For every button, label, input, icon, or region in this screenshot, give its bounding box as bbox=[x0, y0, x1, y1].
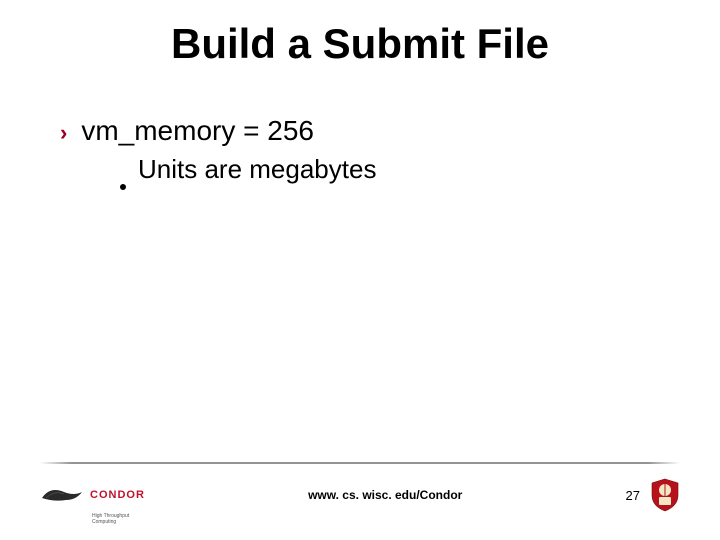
bullet-dot-icon bbox=[120, 184, 126, 190]
condor-logo-tagline: High Throughput Computing bbox=[92, 513, 145, 525]
subbullet-item: Units are megabytes bbox=[120, 154, 660, 185]
footer-right: 27 bbox=[626, 478, 680, 512]
slide-title: Build a Submit File bbox=[0, 20, 720, 68]
footer-url: www. cs. wisc. edu/Condor bbox=[145, 488, 626, 502]
bullet-text: vm_memory = 256 bbox=[81, 115, 314, 147]
subbullet-text: Units are megabytes bbox=[138, 154, 376, 185]
condor-logo: CONDOR High Throughput Computing bbox=[40, 484, 145, 506]
bullet-item: › vm_memory = 256 bbox=[60, 115, 660, 148]
footer-divider bbox=[40, 462, 680, 464]
slide-footer: CONDOR High Throughput Computing www. cs… bbox=[40, 462, 680, 512]
slide-body: › vm_memory = 256 Units are megabytes bbox=[60, 115, 660, 185]
university-crest-icon bbox=[650, 478, 680, 512]
chevron-right-icon: › bbox=[60, 118, 67, 148]
condor-wing-icon bbox=[40, 484, 84, 506]
page-number: 27 bbox=[626, 488, 640, 503]
slide: Build a Submit File › vm_memory = 256 Un… bbox=[0, 0, 720, 540]
footer-row: CONDOR High Throughput Computing www. cs… bbox=[40, 478, 680, 512]
condor-logo-text: CONDOR bbox=[90, 489, 145, 501]
condor-logo-text-wrap: CONDOR High Throughput Computing bbox=[90, 489, 145, 501]
